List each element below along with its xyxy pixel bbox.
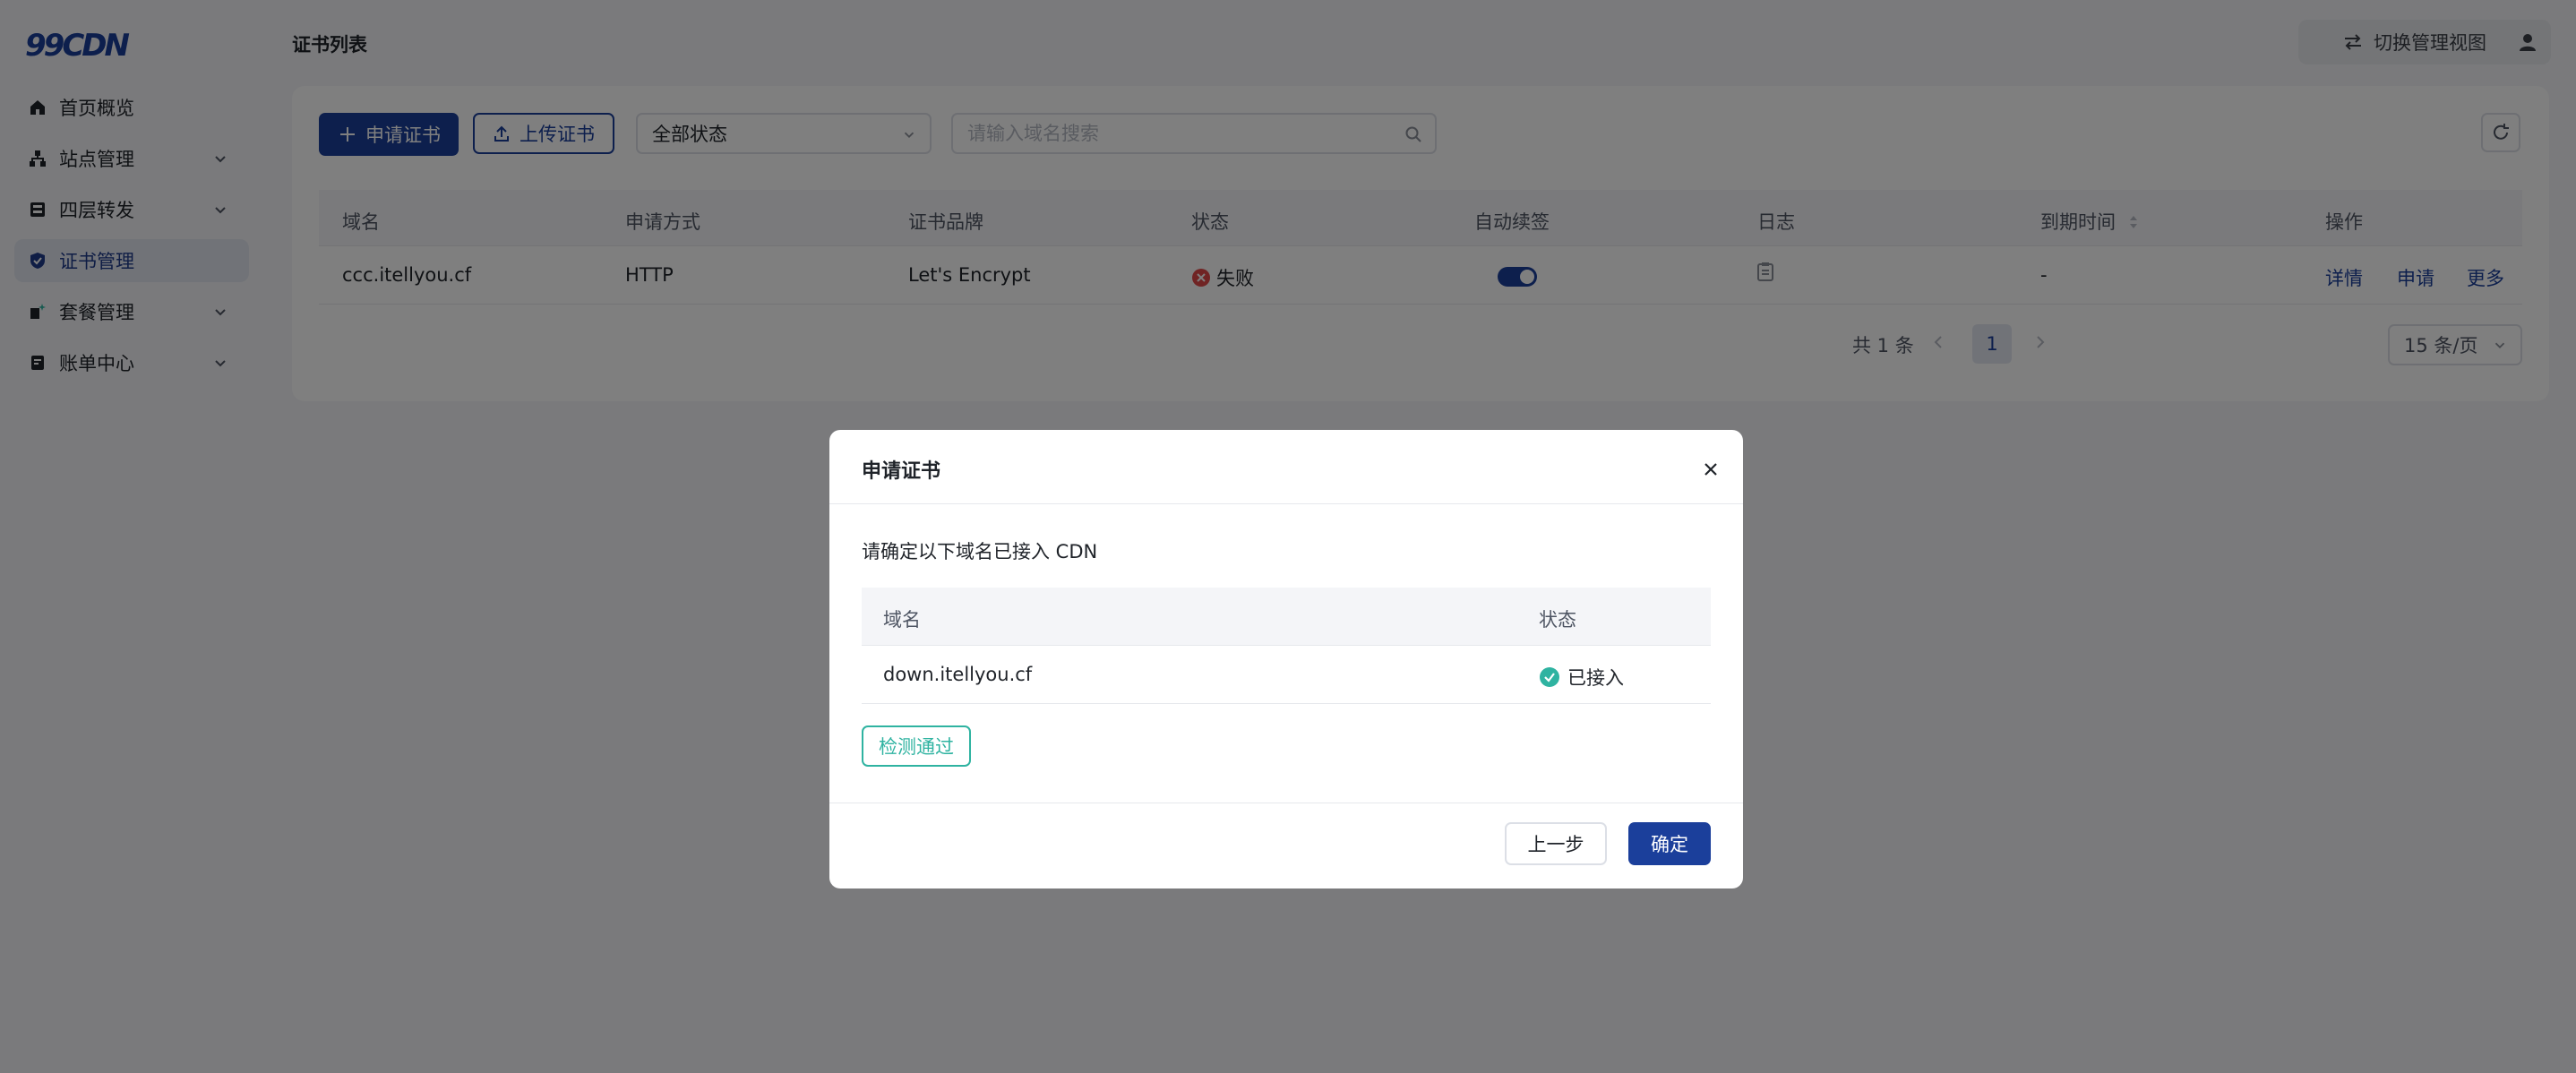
dialog-cell-domain: down.itellyou.cf (883, 664, 1033, 685)
apply-certificate-dialog: 申请证书 请确定以下域名已接入 CDN 域名 状态 down.itellyou.… (829, 430, 1743, 888)
dialog-table-header: 域名 状态 (862, 588, 1711, 646)
close-icon[interactable] (1700, 459, 1722, 480)
connected-status-badge: 已接入 (1567, 667, 1624, 689)
dialog-column-domain: 域名 (883, 609, 921, 631)
dialog-column-status: 状态 (1539, 609, 1576, 631)
previous-step-button[interactable]: 上一步 (1505, 822, 1607, 865)
dialog-table-row: down.itellyou.cf 已接入 (862, 646, 1711, 704)
dialog-title: 申请证书 (862, 460, 941, 483)
confirm-button[interactable]: 确定 (1628, 822, 1711, 865)
dialog-cell-status: 已接入 (1539, 664, 1624, 691)
check-passed-button[interactable]: 检测通过 (862, 725, 971, 767)
dialog-divider (829, 503, 1743, 504)
dialog-description: 请确定以下域名已接入 CDN (862, 541, 1098, 562)
check-circle-icon (1540, 667, 1559, 687)
